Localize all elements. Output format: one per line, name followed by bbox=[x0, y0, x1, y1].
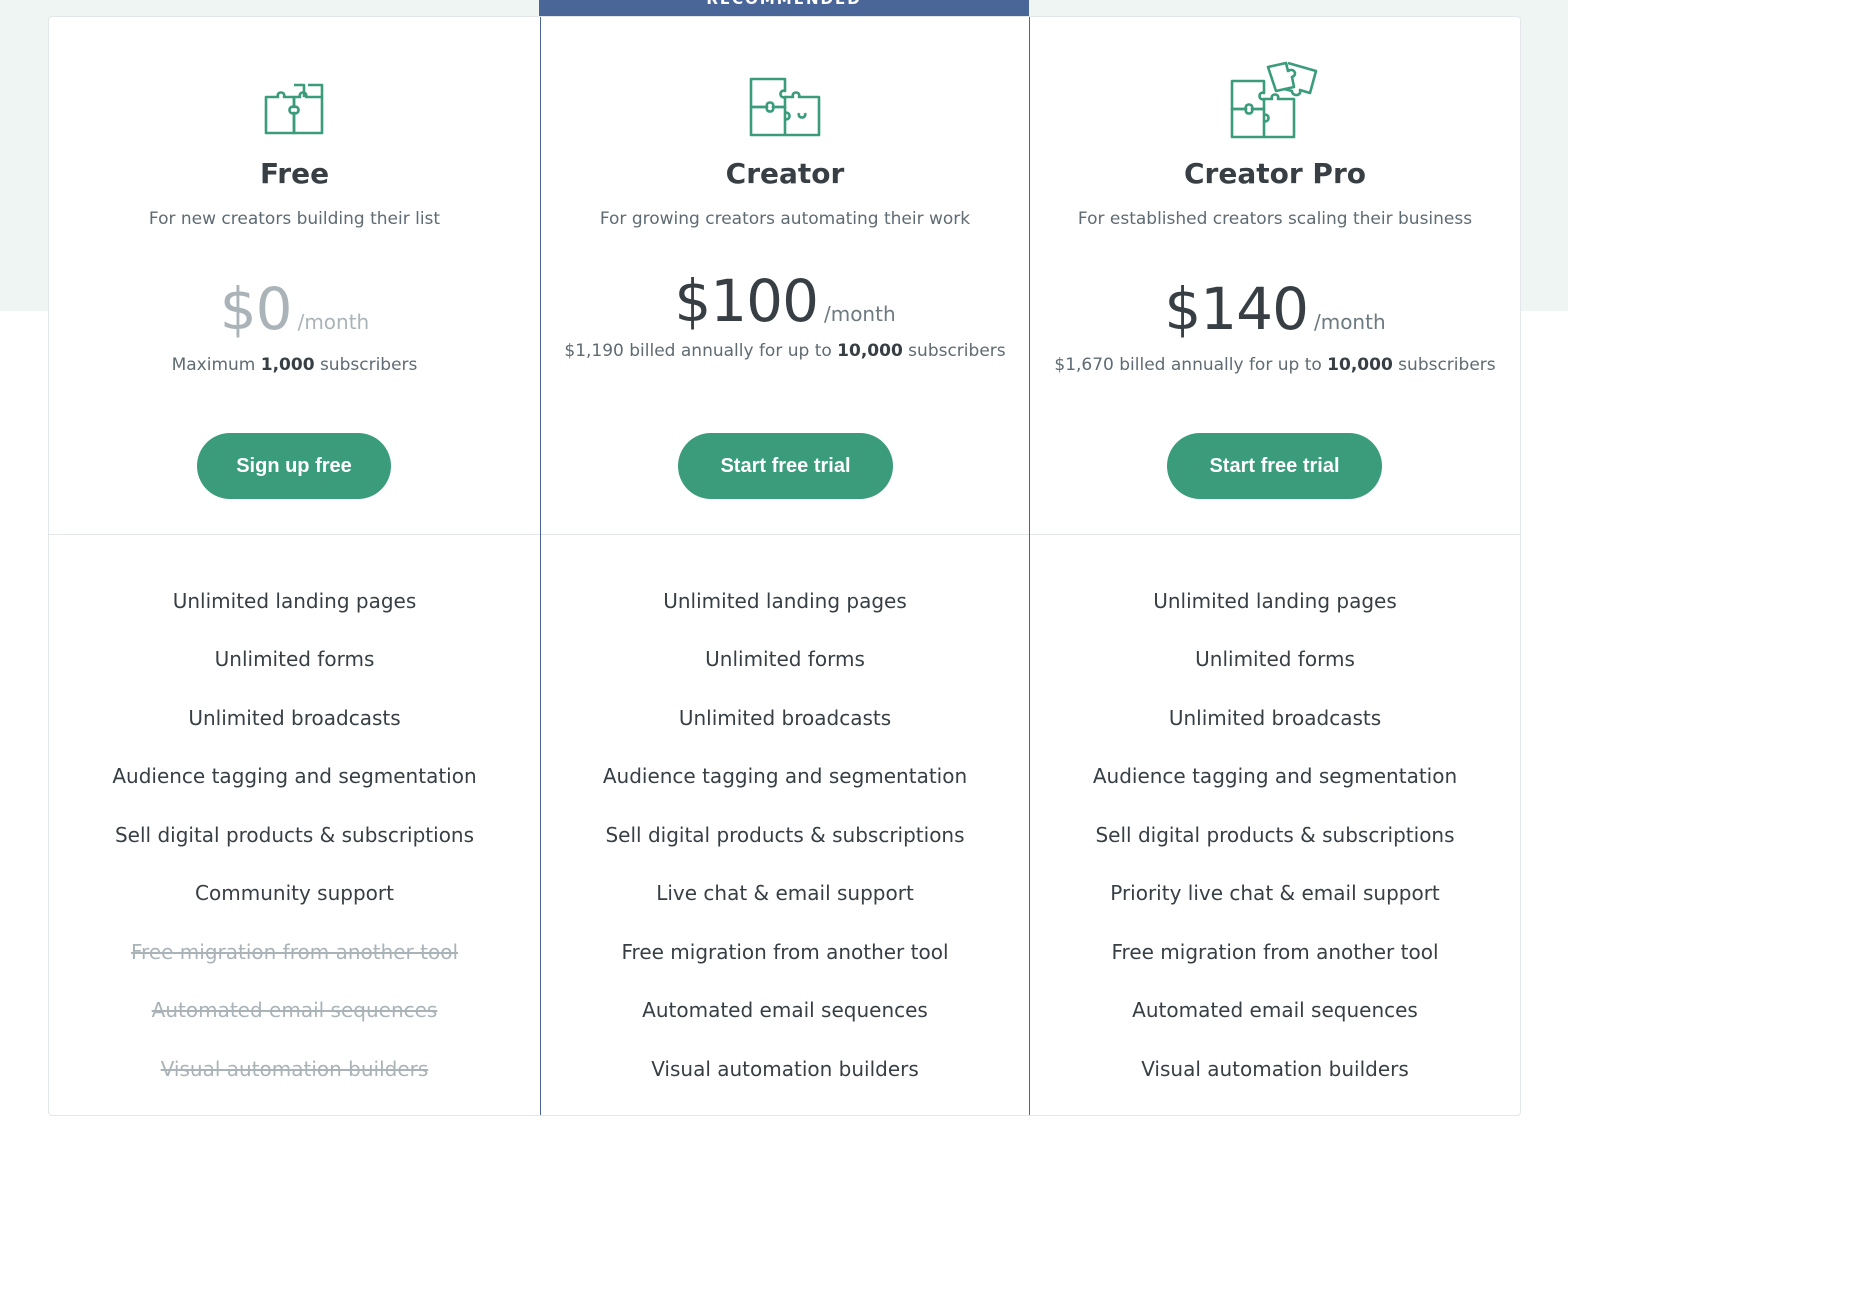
billing-suffix: subscribers bbox=[1392, 355, 1496, 375]
plan-card-free: Free For new creators building their lis… bbox=[49, 17, 540, 1115]
feature-item-unavailable: Visual automation builders bbox=[160, 1056, 429, 1081]
start-free-trial-button[interactable]: Start free trial bbox=[1167, 433, 1382, 499]
feature-item: Audience tagging and segmentation bbox=[1092, 764, 1458, 788]
feature-item: Free migration from another tool bbox=[1111, 939, 1439, 964]
feature-item: Audience tagging and segmentation bbox=[602, 764, 968, 788]
price-amount: $100 bbox=[674, 267, 819, 335]
plan-description: For new creators building their list bbox=[148, 209, 441, 229]
feature-item-unavailable: Automated email sequences bbox=[151, 998, 438, 1022]
puzzle-icon bbox=[264, 83, 324, 135]
feature-item: Unlimited forms bbox=[705, 647, 865, 671]
feature-item: Sell digital products & subscriptions bbox=[605, 822, 965, 847]
billing-prefix: Maximum bbox=[171, 355, 261, 375]
feature-item: Automated email sequences bbox=[642, 998, 928, 1022]
feature-item: Unlimited landing pages bbox=[172, 588, 417, 613]
feature-item: Sell digital products & subscriptions bbox=[114, 822, 475, 847]
billing-suffix: subscribers bbox=[902, 341, 1006, 361]
plan-description: For growing creators automating their wo… bbox=[599, 209, 971, 229]
plan-name: Creator Pro bbox=[1184, 157, 1366, 190]
price-amount: $0 bbox=[219, 275, 293, 343]
billing-subscriber-count: 1,000 bbox=[260, 355, 315, 375]
plan-description: For established creators scaling their b… bbox=[1077, 209, 1473, 229]
billing-note: Maximum 1,000 subscribers bbox=[49, 351, 540, 380]
billing-subscriber-count: 10,000 bbox=[1327, 355, 1393, 375]
recommended-label: RECOMMENDED bbox=[706, 0, 861, 8]
billing-suffix: subscribers bbox=[314, 355, 418, 375]
feature-item: Community support bbox=[195, 881, 394, 905]
feature-item: Unlimited landing pages bbox=[663, 588, 907, 613]
pricing-table: Free For new creators building their lis… bbox=[48, 16, 1521, 1116]
plan-header-creator: Creator For growing creators automating … bbox=[541, 17, 1029, 535]
feature-item: Audience tagging and segmentation bbox=[112, 764, 477, 788]
feature-item: Live chat & email support bbox=[656, 881, 914, 905]
feature-item: Unlimited broadcasts bbox=[188, 705, 401, 730]
feature-item: Priority live chat & email support bbox=[1110, 881, 1440, 905]
feature-item: Unlimited broadcasts bbox=[678, 705, 892, 730]
feature-list: Unlimited landing pages Unlimited forms … bbox=[541, 535, 1029, 1116]
billing-prefix: $1,670 billed annually for up to bbox=[1054, 355, 1328, 375]
feature-item: Unlimited landing pages bbox=[1153, 588, 1397, 613]
price-period: /month bbox=[297, 310, 370, 334]
start-free-trial-button[interactable]: Start free trial bbox=[678, 433, 893, 499]
sign-up-free-button[interactable]: Sign up free bbox=[197, 433, 391, 499]
feature-item: Visual automation builders bbox=[651, 1056, 919, 1081]
feature-list: Unlimited landing pages Unlimited forms … bbox=[49, 535, 540, 1116]
feature-item: Unlimited forms bbox=[1195, 647, 1355, 671]
plan-card-creator-pro: Creator Pro For established creators sca… bbox=[1030, 17, 1520, 1115]
price-row: $100/month bbox=[541, 267, 1029, 335]
feature-item-unavailable: Free migration from another tool bbox=[130, 939, 459, 964]
feature-item: Visual automation builders bbox=[1141, 1056, 1409, 1081]
feature-item: Free migration from another tool bbox=[621, 939, 949, 964]
plan-name: Creator bbox=[725, 157, 845, 190]
puzzle-pieces-icon bbox=[749, 77, 821, 137]
feature-item: Unlimited broadcasts bbox=[1168, 705, 1382, 730]
price-period: /month bbox=[823, 302, 896, 326]
billing-note: $1,670 billed annually for up to 10,000 … bbox=[1030, 351, 1520, 380]
billing-prefix: $1,190 billed annually for up to bbox=[564, 341, 838, 361]
billing-note: $1,190 billed annually for up to 10,000 … bbox=[541, 337, 1029, 366]
billing-subscriber-count: 10,000 bbox=[837, 341, 903, 361]
feature-item: Unlimited forms bbox=[214, 647, 375, 671]
plan-name: Free bbox=[259, 157, 330, 190]
feature-list: Unlimited landing pages Unlimited forms … bbox=[1030, 535, 1520, 1116]
plan-header-free: Free For new creators building their lis… bbox=[49, 17, 540, 535]
plan-card-creator: Creator For growing creators automating … bbox=[540, 17, 1030, 1115]
puzzle-stack-icon bbox=[1230, 61, 1318, 139]
feature-item: Sell digital products & subscriptions bbox=[1095, 822, 1455, 847]
feature-item: Automated email sequences bbox=[1132, 998, 1418, 1022]
price-row: $0/month bbox=[49, 275, 540, 343]
recommended-ribbon: RECOMMENDED bbox=[539, 0, 1029, 16]
price-row: $140/month bbox=[1030, 275, 1520, 343]
price-period: /month bbox=[1313, 310, 1386, 334]
price-amount: $140 bbox=[1164, 275, 1309, 343]
plan-header-creator-pro: Creator Pro For established creators sca… bbox=[1030, 17, 1520, 535]
